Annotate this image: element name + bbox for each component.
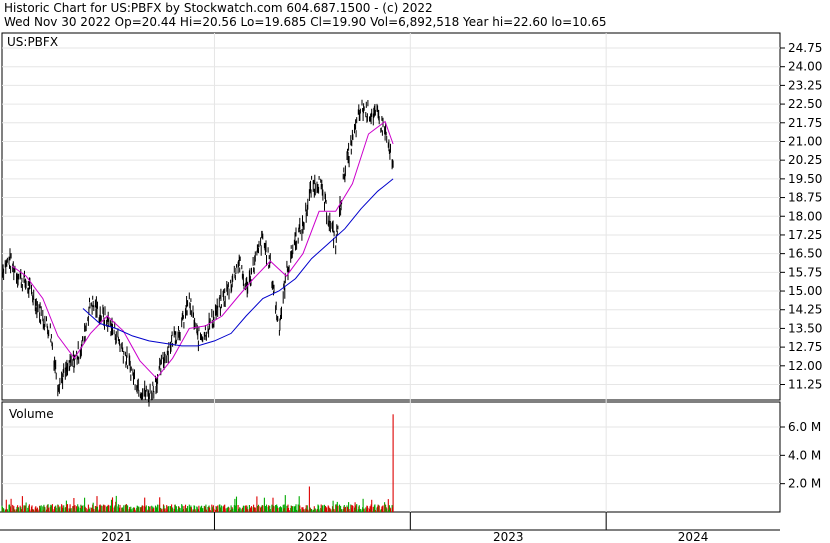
volume-label: Volume (9, 407, 54, 421)
symbol-label: US:PBFX (7, 35, 58, 49)
price-tick-label: 22.50 (788, 97, 822, 111)
year-label: 2023 (493, 530, 524, 543)
price-tick-label: 18.75 (788, 191, 822, 205)
price-tick-label: 20.25 (788, 153, 822, 167)
price-tick-label: 11.25 (788, 378, 822, 392)
stock-chart: 24.75 24.00 23.25 22.50 21.75 21.00 20.25 19.50… (0, 32, 822, 543)
price-tick-label: 13.50 (788, 321, 822, 335)
price-tick-label: 24.75 (788, 41, 822, 55)
price-tick-label: 19.50 (788, 172, 822, 186)
price-tick-label: 16.50 (788, 247, 822, 261)
price-tick-label: 12.75 (788, 340, 822, 354)
year-label: 2021 (101, 530, 132, 543)
volume-tick-label: 6.0 M (788, 420, 821, 434)
volume-tick-label: 2.0 M (788, 477, 821, 491)
volume-panel-border (1, 401, 781, 513)
volume-axis: 2.0 M 4.0 M 6.0 M (780, 420, 821, 491)
price-tick-label: 15.00 (788, 284, 822, 298)
volume-bars (1, 414, 394, 512)
grid-lines (2, 33, 780, 530)
price-tick-label: 24.00 (788, 60, 822, 74)
year-label: 2024 (678, 530, 709, 543)
price-tick-label: 21.00 (788, 134, 822, 148)
price-tick-label: 23.25 (788, 78, 822, 92)
price-tick-label: 18.00 (788, 209, 822, 223)
time-axis: 2021 2022 2023 2024 (101, 512, 708, 543)
price-tick-label: 12.00 (788, 359, 822, 373)
price-tick-label: 15.75 (788, 265, 822, 279)
price-axis: 24.75 24.00 23.25 22.50 21.75 21.00 20.25 19.50… (780, 41, 822, 392)
year-label: 2022 (297, 530, 328, 543)
volume-tick-label: 4.0 M (788, 448, 821, 462)
price-tick-label: 17.25 (788, 228, 822, 242)
price-tick-label: 21.75 (788, 116, 822, 130)
price-tick-label: 14.25 (788, 303, 822, 317)
